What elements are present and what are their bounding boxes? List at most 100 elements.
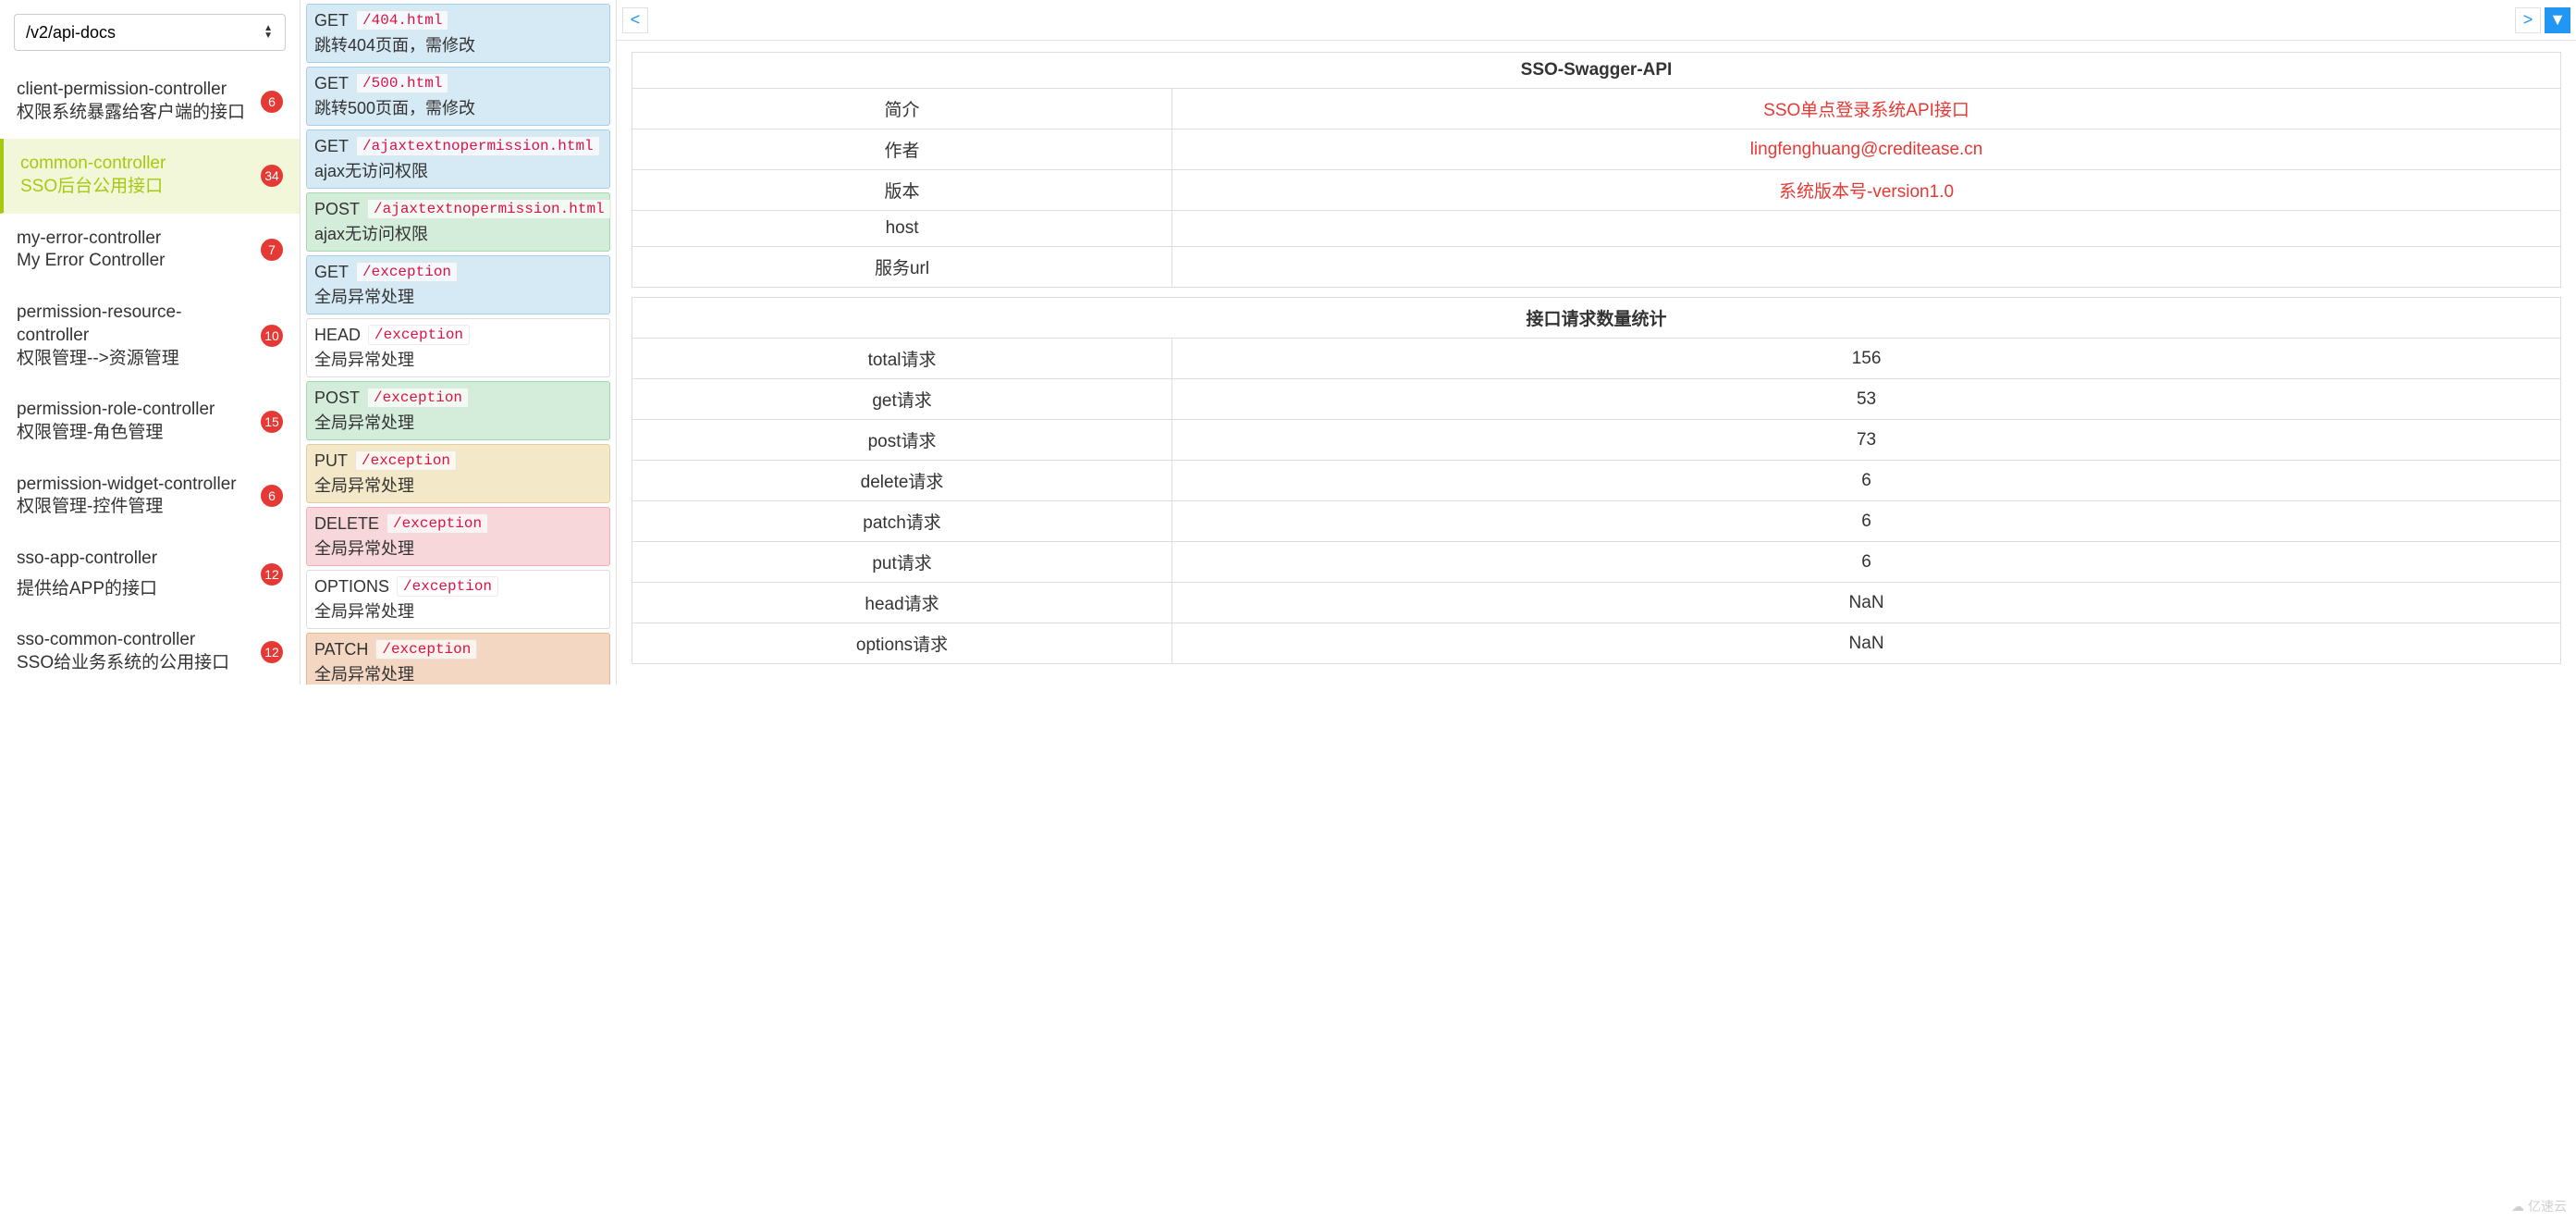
endpoint-item[interactable]: GET/500.html跳转500页面，需修改 [306, 67, 610, 126]
controller-item-sso-common-controller[interactable]: sso-common-controllerSSO给业务系统的公用接口12 [0, 615, 300, 684]
controller-desc: SSO后台公用接口 [20, 176, 253, 199]
tab-next-button[interactable]: > [2515, 7, 2541, 33]
http-method: GET [314, 11, 349, 31]
endpoint-desc: 全局异常处理 [314, 410, 602, 434]
info-value: 系统版本号-version1.0 [1172, 170, 2561, 211]
info-label: 服务url [632, 247, 1172, 288]
controller-item-my-error-controller[interactable]: my-error-controllerMy Error Controller7 [0, 214, 300, 288]
controller-list: client-permission-controller权限系统暴露给客户端的接… [0, 65, 300, 684]
tab-prev-button[interactable]: < [622, 7, 648, 33]
stats-value: 6 [1172, 501, 2561, 542]
controller-item-permission-resource-controller[interactable]: permission-resource-controller权限管理-->资源管… [0, 288, 300, 385]
endpoint-item[interactable]: POST/ajaxtextnopermission.htmlajax无访问权限 [306, 192, 610, 252]
tab-bar: < > ▼ [617, 0, 2576, 41]
stats-row: put请求6 [632, 542, 2561, 583]
stats-label: options请求 [632, 623, 1172, 664]
endpoint-item[interactable]: DELETE/exception全局异常处理 [306, 507, 610, 566]
stats-value: 6 [1172, 461, 2561, 501]
stats-value: 73 [1172, 420, 2561, 461]
info-value [1172, 247, 2561, 288]
stats-row: get请求53 [632, 379, 2561, 420]
endpoint-item[interactable]: PUT/exception全局异常处理 [306, 444, 610, 503]
info-value [1172, 211, 2561, 247]
main-panel: < > ▼ SSO-Swagger-API简介SSO单点登录系统API接口作者l… [617, 0, 2576, 684]
http-method: POST [314, 200, 360, 219]
endpoint-item[interactable]: POST/exception全局异常处理 [306, 381, 610, 440]
watermark-text: 亿速云 [2528, 1197, 2567, 1215]
controller-name: permission-resource-controller [17, 302, 253, 347]
info-label: 版本 [632, 170, 1172, 211]
http-method: DELETE [314, 514, 379, 534]
controller-desc: 权限管理-->资源管理 [17, 348, 253, 371]
controller-item-permission-widget-controller[interactable]: permission-widget-controller权限管理-控件管理6 [0, 460, 300, 534]
endpoint-list: GET/404.html跳转404页面，需修改GET/500.html跳转500… [301, 0, 617, 684]
controller-item-client-permission-controller[interactable]: client-permission-controller权限系统暴露给客户端的接… [0, 65, 300, 139]
endpoint-path: /500.html [356, 73, 448, 93]
info-row: host [632, 211, 2561, 247]
count-badge: 34 [261, 165, 283, 187]
stats-label: total请求 [632, 339, 1172, 379]
http-method: PATCH [314, 640, 368, 660]
http-method: POST [314, 388, 360, 408]
endpoint-item[interactable]: PATCH/exception全局异常处理 [306, 633, 610, 684]
endpoint-path: /exception [367, 388, 469, 408]
http-method: GET [314, 263, 349, 282]
stats-label: post请求 [632, 420, 1172, 461]
endpoint-desc: 全局异常处理 [314, 284, 602, 308]
endpoint-desc: 跳转500页面，需修改 [314, 95, 602, 119]
info-label: 简介 [632, 89, 1172, 130]
endpoint-item[interactable]: GET/ajaxtextnopermission.htmlajax无访问权限 [306, 130, 610, 189]
http-method: GET [314, 137, 349, 156]
endpoint-desc: 全局异常处理 [314, 661, 602, 684]
controller-item-permission-role-controller[interactable]: permission-role-controller权限管理-角色管理15 [0, 385, 300, 459]
watermark: ☁ 亿速云 [2511, 1197, 2567, 1215]
stats-label: get请求 [632, 379, 1172, 420]
api-docs-selector-wrapper: /v2/api-docs ▲▼ [0, 0, 300, 65]
api-docs-selector[interactable]: /v2/api-docs [14, 14, 286, 51]
controller-name: sso-app-controller [17, 548, 157, 571]
endpoint-item[interactable]: GET/404.html跳转404页面，需修改 [306, 4, 610, 63]
endpoint-path: /exception [375, 639, 477, 660]
count-badge: 15 [261, 411, 283, 433]
count-badge: 12 [261, 641, 283, 663]
controller-name: common-controller [20, 153, 253, 176]
stats-value: 156 [1172, 339, 2561, 379]
endpoint-desc: 全局异常处理 [314, 473, 602, 497]
endpoint-item[interactable]: HEAD/exception全局异常处理 [306, 318, 610, 377]
controller-item-sso-app-controller[interactable]: sso-app-controller 提供给APP的接口12 [0, 534, 300, 615]
controller-name: my-error-controller [17, 228, 253, 251]
stats-row: total请求156 [632, 339, 2561, 379]
info-row: 服务url [632, 247, 2561, 288]
info-label: 作者 [632, 130, 1172, 170]
controller-desc: 提供给APP的接口 [17, 578, 157, 601]
info-row: 版本系统版本号-version1.0 [632, 170, 2561, 211]
cloud-icon: ☁ [2511, 1199, 2524, 1215]
tab-dropdown-toggle[interactable]: ▼ [2545, 7, 2570, 33]
endpoint-item[interactable]: GET/exception全局异常处理 [306, 255, 610, 314]
stats-label: delete请求 [632, 461, 1172, 501]
endpoint-desc: 全局异常处理 [314, 347, 602, 371]
endpoint-desc: 全局异常处理 [314, 536, 602, 560]
stats-row: head请求NaN [632, 583, 2561, 623]
api-title: SSO-Swagger-API [632, 53, 2561, 89]
info-area: SSO-Swagger-API简介SSO单点登录系统API接口作者lingfen… [617, 41, 2576, 684]
count-badge: 7 [261, 239, 283, 261]
endpoint-path: /exception [368, 325, 470, 345]
count-badge: 6 [261, 91, 283, 113]
http-method: GET [314, 74, 349, 93]
count-badge: 6 [261, 485, 283, 507]
stats-row: delete请求6 [632, 461, 2561, 501]
controller-item-common-controller[interactable]: common-controllerSSO后台公用接口 34 [0, 139, 300, 213]
endpoint-path: /exception [386, 513, 488, 534]
endpoint-item[interactable]: OPTIONS/exception全局异常处理 [306, 570, 610, 629]
endpoint-desc: ajax无访问权限 [314, 158, 602, 182]
info-value: SSO单点登录系统API接口 [1172, 89, 2561, 130]
stats-value: 53 [1172, 379, 2561, 420]
info-value: lingfenghuang@creditease.cn [1172, 130, 2561, 170]
stats-label: put请求 [632, 542, 1172, 583]
controller-desc: 权限管理-角色管理 [17, 422, 253, 445]
controller-desc: 权限系统暴露给客户端的接口 [17, 102, 253, 125]
info-row: 作者lingfenghuang@creditease.cn [632, 130, 2561, 170]
endpoint-path: /ajaxtextnopermission.html [367, 199, 611, 219]
controller-name: client-permission-controller [17, 79, 253, 102]
